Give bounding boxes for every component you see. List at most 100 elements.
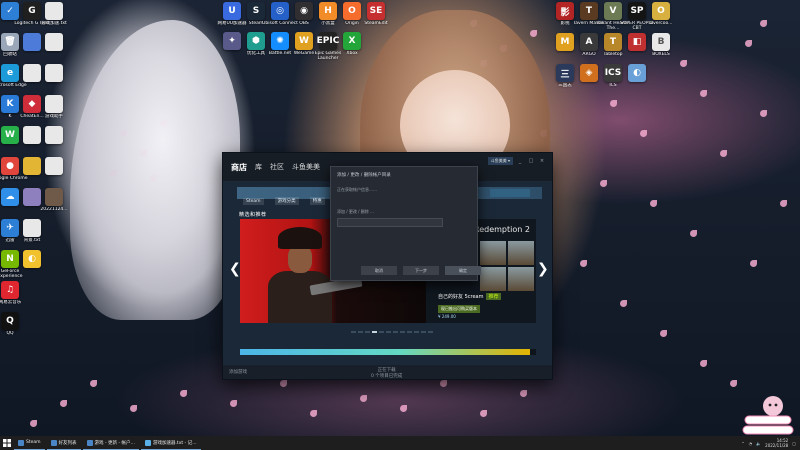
- screenshot-thumbnails: [480, 241, 534, 291]
- cancel-button[interactable]: 取消: [361, 266, 397, 275]
- sakura-petal: [60, 400, 67, 407]
- nav-store[interactable]: 商店: [231, 162, 247, 173]
- next-button[interactable]: 下一步: [403, 266, 439, 275]
- nav-library[interactable]: 库: [255, 162, 262, 172]
- desktop: ✓GLogitech G HUB游戏加速.txt🗑回收站eMicrosoft E…: [0, 0, 800, 436]
- screenshot-thumb[interactable]: [508, 267, 534, 291]
- desktop-shortcut-label: [34, 145, 74, 155]
- desktop-shortcut[interactable]: Q QQ: [0, 312, 30, 341]
- sakura-petal: [600, 180, 607, 187]
- volume-icon[interactable]: 🔈: [756, 441, 761, 446]
- sakura-petal: [700, 90, 707, 97]
- carousel-next-arrow-icon[interactable]: ❯: [537, 261, 549, 277]
- download-progress-bar[interactable]: [240, 349, 536, 355]
- desktop-shortcut[interactable]: B BOXELS: [641, 33, 681, 62]
- qq-icon: Q: [1, 312, 19, 330]
- downloads-status[interactable]: 正在下载 0 个项目已完成: [371, 367, 402, 379]
- taskbar-item-notepad[interactable]: 游戏加速器.txt - 记…: [141, 436, 201, 450]
- carousel-dot[interactable]: [428, 331, 433, 333]
- downloads-label: 正在下载: [377, 368, 396, 373]
- nav-profile[interactable]: 斗鱼美美: [292, 162, 320, 172]
- taskbar-label: 好友列表: [58, 440, 77, 446]
- account-dialog[interactable]: 添加 / 更改 / 删除帐户目录 正在获取帐户信息…… 添加 / 更改 / 删除…: [330, 166, 481, 281]
- desktop-shortcut[interactable]: ◐: [12, 250, 52, 279]
- sakura-petal: [760, 110, 767, 117]
- taskbar-item-steam-dialog[interactable]: 游戏 - 更新 - 帐户…: [82, 436, 139, 450]
- taskbar-item-steam[interactable]: Steam: [14, 436, 45, 450]
- sakura-petal: [750, 260, 757, 267]
- carousel-dot[interactable]: [386, 331, 391, 333]
- sakura-petal: [440, 380, 447, 387]
- steam-titlebar-controls: 斗鱼美美 ▾ _ □ ×: [487, 157, 546, 165]
- subnav-categories[interactable]: 游戏分类: [274, 197, 299, 205]
- windows-logo-icon: [3, 439, 11, 447]
- carousel-prev-arrow-icon[interactable]: ❮: [229, 261, 241, 277]
- tray-clock[interactable]: 14:52 2022/11/28: [765, 438, 788, 448]
- notepad-taskbar-icon: [145, 439, 151, 446]
- desktop-shortcut[interactable]: [34, 64, 74, 93]
- carousel-dot[interactable]: [400, 331, 405, 333]
- sakura-petal: [130, 405, 137, 412]
- sakura-petal: [660, 330, 667, 337]
- carousel-dot[interactable]: [379, 331, 384, 333]
- desktop-shortcut[interactable]: X Xbox: [332, 32, 372, 61]
- taskbar-item-friends[interactable]: 好友列表: [46, 436, 81, 450]
- desktop-shortcut[interactable]: SE SteamEdit: [356, 2, 396, 31]
- close-button[interactable]: ×: [538, 158, 546, 164]
- carousel-dot[interactable]: [365, 331, 370, 333]
- desktop-shortcut-label: 网易云音乐: [0, 300, 22, 305]
- steam-taskbar-icon: [18, 439, 24, 446]
- desktop-shortcut[interactable]: 20221124...: [34, 188, 74, 217]
- desktop-shortcut-label: Xbox: [346, 51, 358, 56]
- hero-figure-face: [288, 245, 312, 273]
- notification-icon[interactable]: ▢: [792, 441, 796, 446]
- carousel-dot[interactable]: [358, 331, 363, 333]
- desktop-shortcut[interactable]: 游戏加速.txt: [34, 2, 74, 31]
- carousel-dot[interactable]: [421, 331, 426, 333]
- availability-tag: 现已推出可购买版本: [438, 305, 480, 313]
- account-menu-button[interactable]: 斗鱼美美 ▾: [487, 157, 513, 165]
- overcooked-icon: O: [652, 2, 670, 20]
- screenshot-thumb[interactable]: [480, 267, 506, 291]
- screenshot-thumb[interactable]: [480, 241, 506, 265]
- nav-community[interactable]: 社区: [270, 162, 284, 172]
- sakura-petal: [530, 30, 537, 37]
- confirm-button[interactable]: 确定: [445, 266, 481, 275]
- dialog-title: 添加 / 更改 / 删除帐户目录: [337, 173, 391, 178]
- start-button[interactable]: [0, 436, 14, 450]
- desktop-shortcut[interactable]: 游戏助手: [34, 95, 74, 124]
- add-game-button[interactable]: 添加游戏: [229, 369, 247, 375]
- screenshot-thumb[interactable]: [508, 241, 534, 265]
- sakura-petal: [90, 380, 97, 387]
- desktop-shortcut[interactable]: ◐: [617, 64, 657, 93]
- boxels-icon: B: [652, 33, 670, 51]
- maximize-button[interactable]: □: [527, 158, 535, 164]
- subnav-specials[interactable]: 特惠: [309, 197, 325, 205]
- desktop-shortcut-label: 背景.txt: [23, 238, 41, 243]
- friends-taskbar-icon: [50, 439, 57, 446]
- file-icon: [45, 64, 63, 82]
- store-search-input[interactable]: [490, 189, 530, 197]
- network-icon[interactable]: ◔: [749, 441, 753, 446]
- desktop-shortcut[interactable]: O Overcoo...: [641, 2, 681, 31]
- subnav-steam[interactable]: Steam: [243, 198, 264, 205]
- desktop-shortcut-label: [617, 83, 657, 93]
- carousel-dot[interactable]: [393, 331, 398, 333]
- desktop-shortcut[interactable]: [34, 126, 74, 155]
- carousel-dot[interactable]: [414, 331, 419, 333]
- file-icon: [45, 157, 63, 175]
- steamedit-icon: SE: [367, 2, 385, 20]
- desktop-shortcut[interactable]: 背景.txt: [12, 219, 52, 248]
- desktop-shortcut[interactable]: [34, 33, 74, 62]
- tray-chevron-icon[interactable]: ⌃: [741, 441, 744, 446]
- carousel-dot[interactable]: [407, 331, 412, 333]
- dialog-input[interactable]: [337, 218, 443, 227]
- steam-bottom-bar: 添加游戏 正在下载 0 个项目已完成: [223, 365, 552, 379]
- minimize-button[interactable]: _: [516, 158, 524, 164]
- desktop-shortcut[interactable]: [34, 157, 74, 186]
- carousel-dot[interactable]: [372, 331, 377, 333]
- carousel-dot[interactable]: [351, 331, 356, 333]
- desktop-shortcut[interactable]: ♫ 网易云音乐: [0, 281, 30, 310]
- sakura-petal: [780, 200, 787, 207]
- dialog-buttons: 取消 下一步 确定: [361, 266, 481, 275]
